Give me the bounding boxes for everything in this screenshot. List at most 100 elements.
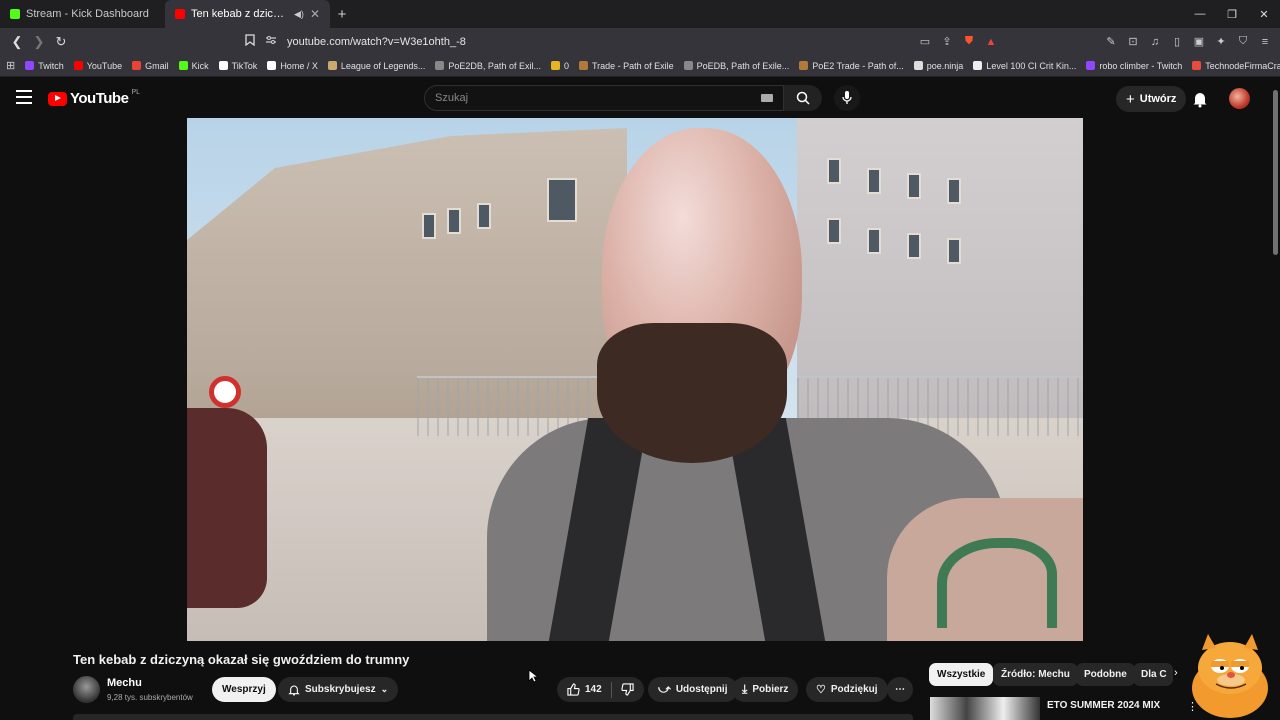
scrollbar-thumb[interactable] (1273, 90, 1278, 255)
bookmark-item[interactable]: robo climber - Twitch (1086, 61, 1182, 71)
search-placeholder: Szukaj (435, 92, 469, 104)
bookmark-item[interactable]: PoEDB, Path of Exile... (683, 60, 790, 71)
bookmark-favicon-icon (25, 61, 35, 70)
bookmark-item[interactable]: Kick (178, 61, 209, 71)
video-frame-window (422, 213, 436, 239)
menu-icon[interactable]: ≡ (1258, 35, 1272, 49)
video-player[interactable] (187, 118, 1083, 641)
site-info-icon[interactable] (265, 35, 277, 48)
wallet-icon[interactable]: ▣ (1192, 35, 1206, 49)
video-frame-window (907, 233, 921, 259)
sidebar-icon[interactable]: ▯ (1170, 35, 1184, 49)
more-actions-button[interactable]: ⋯ (887, 677, 913, 702)
bookmark-item[interactable]: Gmail (132, 61, 169, 71)
bookmark-favicon-icon (1086, 61, 1096, 70)
bookmark-label: Home / X (280, 60, 318, 71)
close-window-icon[interactable]: ✕ (1248, 0, 1280, 28)
close-tab-icon[interactable]: ✕ (310, 7, 320, 21)
support-button[interactable]: Wesprzyj (212, 677, 276, 702)
chip-from-channel[interactable]: Źródło: Mechu (993, 663, 1078, 686)
bookmark-label: TechnodeFirmaCraft... (1205, 60, 1280, 71)
video-frame-sign (209, 376, 241, 408)
bookmark-favicon-icon (267, 61, 277, 70)
description-box[interactable] (73, 714, 913, 720)
bookmark-item[interactable]: TechnodeFirmaCraft... (1192, 61, 1280, 71)
more-horizontal-icon: ⋯ (895, 684, 905, 695)
bookmark-item[interactable]: YouTube (73, 61, 122, 71)
audio-icon[interactable]: ◀) (294, 9, 304, 20)
youtube-logo[interactable]: YouTube PL (48, 89, 140, 107)
subscribed-label: Subskrybujesz (305, 684, 376, 695)
chevron-down-icon: ⌄ (380, 684, 389, 694)
apps-grid-icon[interactable]: ⊞ (6, 59, 15, 72)
like-count[interactable]: 142 (585, 684, 602, 695)
tab-kick-dashboard[interactable]: Stream - Kick Dashboard (0, 0, 165, 28)
forward-arrow-icon[interactable]: ❯ (28, 31, 50, 53)
bookmark-item[interactable]: Level 100 CI Crit Kin... (973, 61, 1076, 71)
video-frame-window (867, 168, 881, 194)
bookmark-favicon-icon (73, 61, 83, 70)
reload-icon[interactable]: ↻ (50, 31, 72, 53)
share-arrow-icon: ⤻ (658, 682, 671, 696)
minimize-icon[interactable]: — (1184, 0, 1216, 28)
url-field[interactable]: youtube.com/watch?v=W3e1ohth_-8 (287, 36, 466, 48)
bookmark-item[interactable]: Home / X (267, 61, 318, 71)
bookmark-item[interactable]: PoE2 Trade - Path of... (799, 61, 904, 71)
bookmark-item[interactable]: Twitch (25, 61, 64, 71)
vpn-icon[interactable]: ⛉ (1236, 35, 1250, 49)
bookmark-item[interactable]: poe.ninja (913, 61, 963, 71)
cast-icon[interactable]: ▭ (918, 35, 932, 49)
bookmark-favicon-icon (799, 61, 809, 70)
tab-youtube-video[interactable]: Ten kebab z dziczyną okazał ◀) ✕ (165, 0, 330, 28)
chevron-right-icon[interactable]: › (1174, 667, 1178, 679)
kick-favicon-icon (10, 9, 20, 19)
screenshot-icon[interactable]: ⊡ (1126, 35, 1140, 49)
share-page-icon[interactable]: ⇪ (940, 35, 954, 49)
like-dislike-group: 142 (557, 677, 644, 702)
share-button[interactable]: ⤻ Udostępnij (648, 677, 738, 702)
bookmark-item[interactable]: 0 (550, 61, 569, 71)
search-input[interactable]: Szukaj (424, 85, 784, 111)
recommendation-thumbnail[interactable] (930, 697, 1040, 720)
back-arrow-icon[interactable]: ❮ (6, 31, 28, 53)
bookmark-label: Gmail (145, 60, 169, 71)
video-frame-bag (187, 408, 267, 608)
bookmark-item[interactable]: PoE2DB, Path of Exil... (435, 61, 541, 71)
extensions-icon[interactable]: ✎ (1104, 35, 1118, 49)
notifications-bell-icon[interactable] (1191, 90, 1209, 108)
voice-search-button[interactable] (834, 85, 860, 111)
thanks-button[interactable]: ♡ Podziękuj (806, 677, 888, 702)
brave-shield-icon[interactable]: ⛊ (962, 35, 976, 49)
bookmark-favicon-icon (435, 61, 445, 70)
rewards-icon[interactable]: ▲ (984, 35, 998, 49)
page-scrollbar[interactable] (1270, 78, 1280, 720)
bookmark-item[interactable]: League of Legends... (327, 61, 425, 71)
chip-related[interactable]: Podobne (1076, 663, 1135, 686)
leo-ai-icon[interactable]: ✦ (1214, 35, 1228, 49)
bookmark-item[interactable]: TikTok (218, 61, 257, 71)
download-button[interactable]: ⤓ Pobierz (732, 677, 799, 702)
search-button[interactable] (784, 85, 822, 111)
chip-all[interactable]: Wszystkie (929, 663, 994, 686)
bookmark-label: Level 100 CI Crit Kin... (986, 60, 1077, 71)
recommendation-title[interactable]: ETO SUMMER 2024 MIX (1047, 700, 1160, 711)
bookmark-favicon-icon (550, 61, 560, 70)
browser-tab-bar: Stream - Kick Dashboard Ten kebab z dzic… (0, 0, 1280, 28)
user-avatar[interactable] (1229, 88, 1250, 109)
thumbs-down-icon[interactable] (621, 683, 634, 696)
new-tab-button[interactable]: + (330, 6, 354, 23)
keyboard-icon[interactable] (761, 94, 773, 102)
hamburger-menu-icon[interactable] (16, 90, 32, 104)
create-button[interactable]: + Utwórz (1116, 86, 1187, 112)
chip-for-you[interactable]: Dla C (1133, 663, 1173, 686)
subscribed-button[interactable]: Subskrybujesz ⌄ (278, 677, 399, 702)
channel-avatar[interactable] (73, 676, 100, 703)
media-icon[interactable]: ♫ (1148, 35, 1162, 49)
thumbs-up-icon[interactable] (567, 683, 580, 696)
restore-icon[interactable]: ❐ (1216, 0, 1248, 28)
bookmark-page-icon[interactable] (245, 34, 255, 49)
channel-name[interactable]: Mechu (107, 677, 142, 689)
bookmark-label: PoEDB, Path of Exile... (696, 60, 790, 71)
video-frame-window (947, 238, 961, 264)
bookmark-item[interactable]: Trade - Path of Exile (578, 61, 674, 71)
